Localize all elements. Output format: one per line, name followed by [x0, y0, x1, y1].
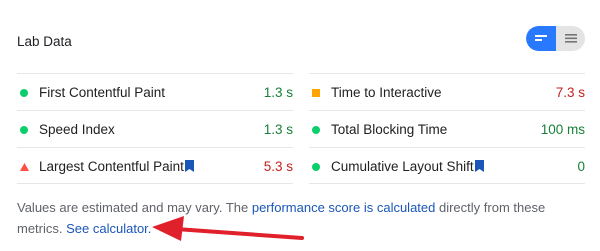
- metric-label: First Contentful Paint: [39, 85, 166, 100]
- metric-value: 100 ms: [540, 122, 585, 137]
- metric-value: 0: [577, 159, 585, 174]
- metric-speed-index: Speed Index 1.3 s: [17, 110, 293, 147]
- metric-label-wrap: Largest Contentful Paint: [39, 159, 194, 174]
- metric-value: 1.3 s: [263, 122, 293, 137]
- metric-label: Cumulative Layout Shift: [331, 159, 474, 174]
- pass-circle-icon: [312, 163, 320, 171]
- metric-value: 7.3 s: [555, 85, 585, 100]
- see-calculator-link[interactable]: See calculator.: [66, 221, 151, 236]
- estimate-note: Values are estimated and may vary. The p…: [17, 197, 577, 239]
- metric-first-contentful-paint: First Contentful Paint 1.3 s: [17, 73, 293, 110]
- metric-total-blocking-time: Total Blocking Time 100 ms: [309, 110, 585, 147]
- performance-score-link[interactable]: performance score is calculated: [252, 200, 436, 215]
- list-view-button[interactable]: [556, 26, 585, 51]
- metric-time-to-interactive: Time to Interactive 7.3 s: [309, 73, 585, 110]
- metric-label: Speed Index: [39, 122, 115, 137]
- note-text-1: Values are estimated and may vary. The: [17, 200, 252, 215]
- pass-circle-icon: [20, 89, 28, 97]
- bookmark-icon[interactable]: [474, 160, 484, 172]
- metric-label: Time to Interactive: [331, 85, 442, 100]
- summary-view-icon: [535, 35, 547, 41]
- fail-triangle-icon: [20, 163, 29, 171]
- metrics-left-column: First Contentful Paint 1.3 s Speed Index…: [17, 73, 293, 184]
- metric-label: Total Blocking Time: [331, 122, 448, 137]
- pass-circle-icon: [312, 126, 320, 134]
- metric-largest-contentful-paint: Largest Contentful Paint 5.3 s: [17, 147, 293, 184]
- lab-data-title: Lab Data: [17, 34, 72, 49]
- metric-label: Largest Contentful Paint: [39, 159, 184, 174]
- list-view-icon: [565, 34, 577, 43]
- average-square-icon: [312, 89, 320, 97]
- view-toggle[interactable]: [526, 26, 585, 51]
- metric-value: 5.3 s: [263, 159, 293, 174]
- metrics-right-column: Time to Interactive 7.3 s Total Blocking…: [309, 73, 585, 184]
- metric-label-wrap: Cumulative Layout Shift: [331, 159, 484, 174]
- bookmark-icon[interactable]: [184, 160, 194, 172]
- pass-circle-icon: [20, 126, 28, 134]
- metric-value: 1.3 s: [263, 85, 293, 100]
- metric-cumulative-layout-shift: Cumulative Layout Shift 0: [309, 147, 585, 184]
- summary-view-button[interactable]: [526, 26, 556, 51]
